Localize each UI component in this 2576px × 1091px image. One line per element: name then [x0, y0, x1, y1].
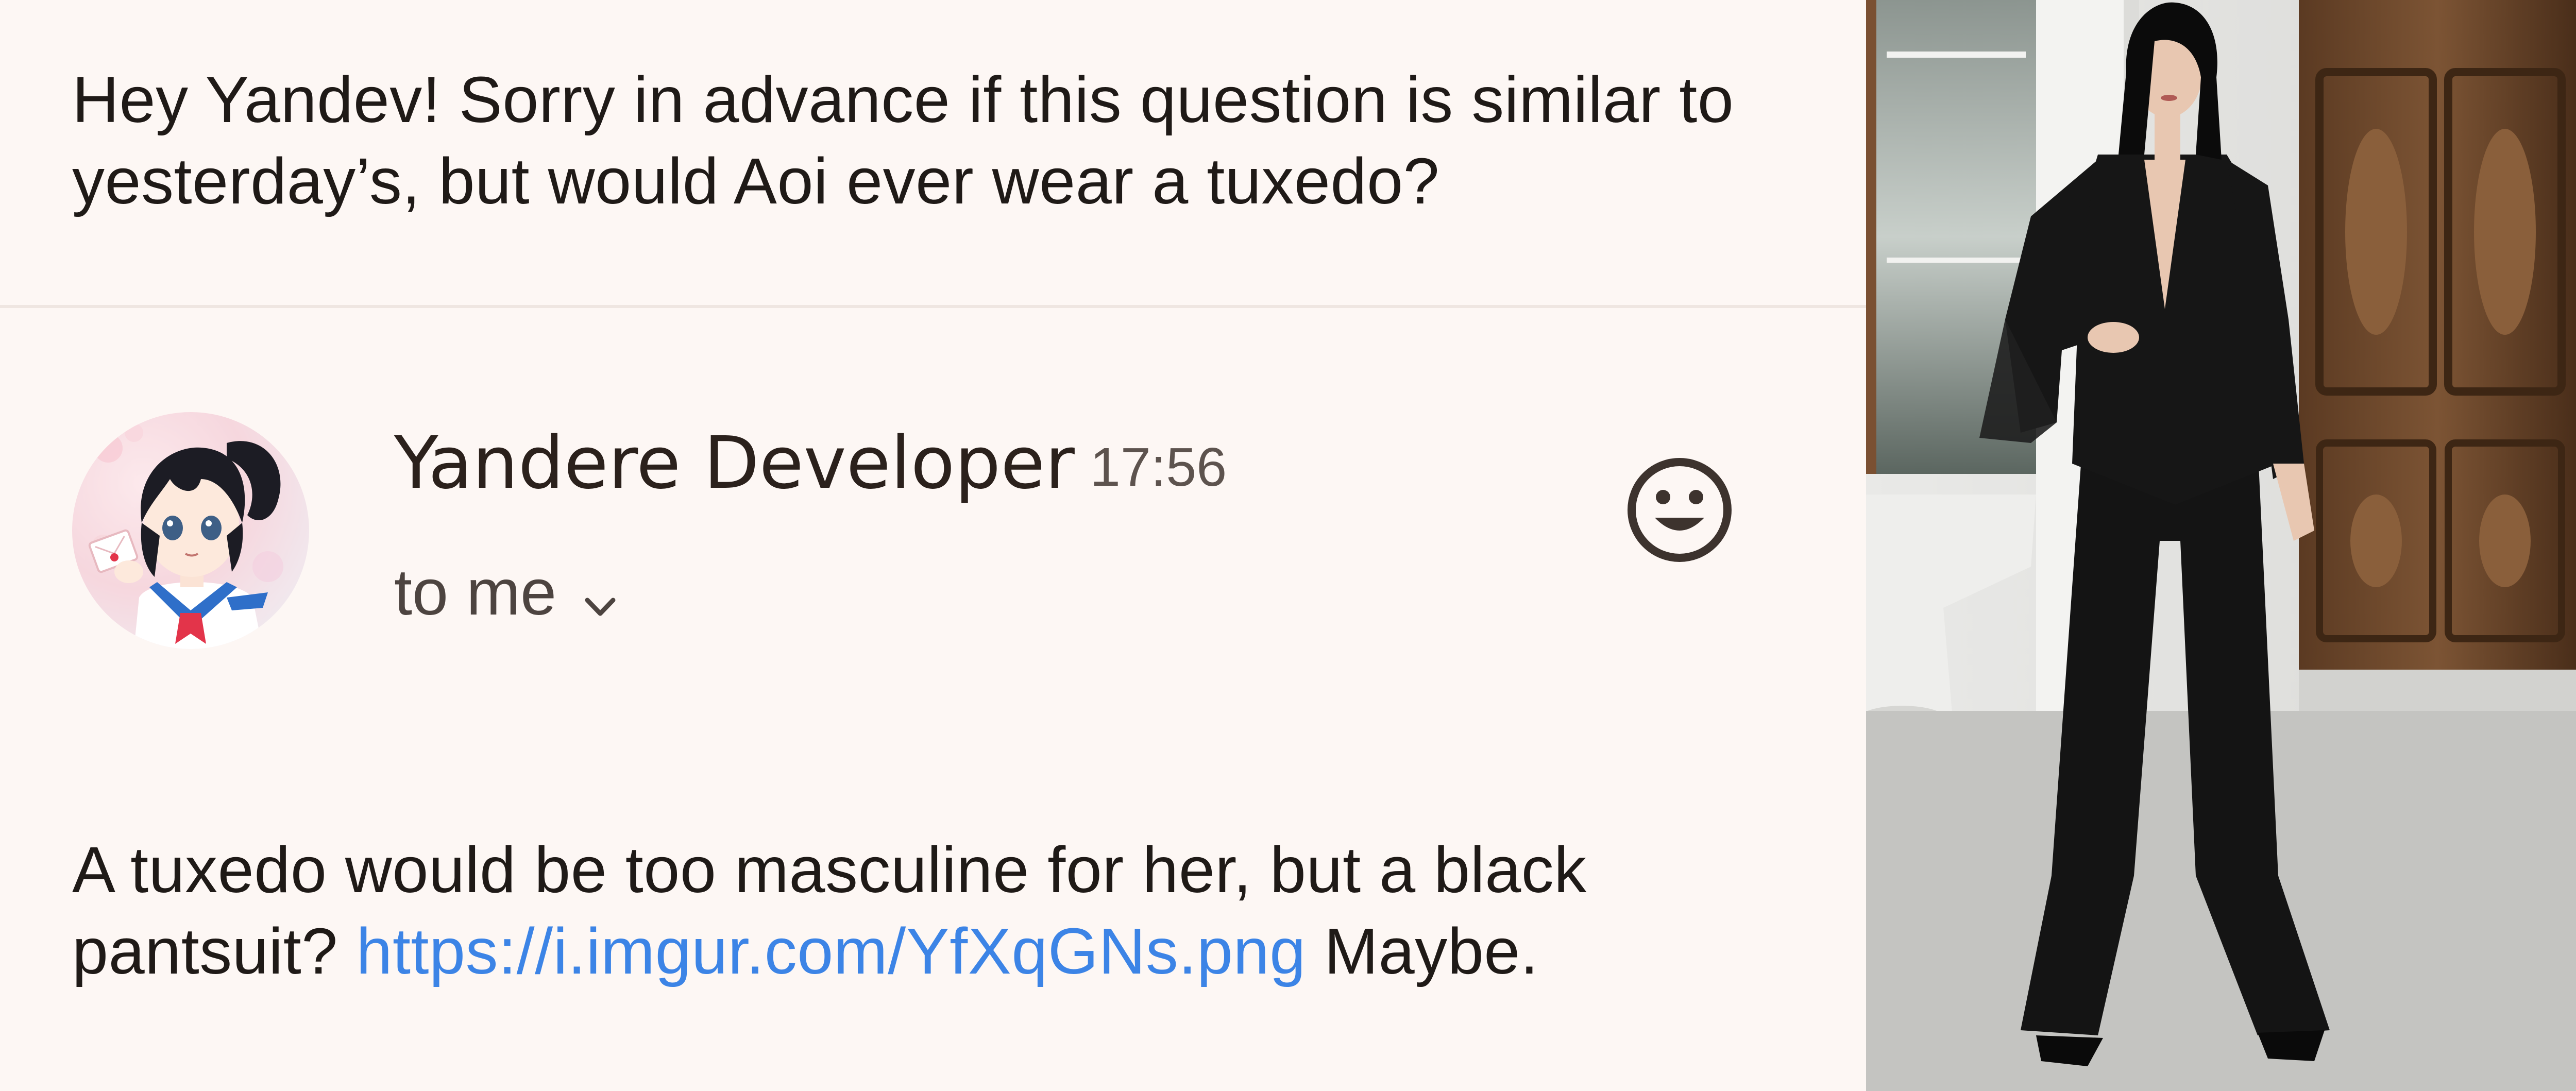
page: Hey Yandev! Sorry in advance if this que…: [0, 0, 2576, 1091]
reply-body: A tuxedo would be too masculine for her,…: [72, 829, 1824, 992]
smiley-face-icon: [1628, 458, 1732, 562]
reply-text-end: Maybe.: [1324, 915, 1539, 987]
question-text: Hey Yandev! Sorry in advance if this que…: [72, 63, 1734, 217]
recipient-label: to me: [394, 556, 557, 628]
pantsuit-photo: [1866, 0, 2576, 1091]
sender-header: Yandere Developer 17:56: [394, 420, 1227, 511]
recipient-details-toggle[interactable]: to me: [394, 549, 618, 636]
divider: [0, 305, 1866, 308]
sender-avatar[interactable]: [72, 412, 309, 649]
chevron-down-icon: [582, 559, 618, 636]
email-panel: Hey Yandev! Sorry in advance if this que…: [0, 0, 1866, 1091]
add-reaction-button[interactable]: [1623, 453, 1736, 567]
message-time: 17:56: [1090, 437, 1227, 498]
anime-schoolgirl-avatar-icon: [88, 423, 283, 649]
sender-name[interactable]: Yandere Developer: [394, 421, 1075, 505]
reply-link[interactable]: https://i.imgur.com/YfXqGNs.png: [356, 915, 1306, 987]
woman-in-black-pantsuit-photo: [1866, 0, 2576, 1091]
